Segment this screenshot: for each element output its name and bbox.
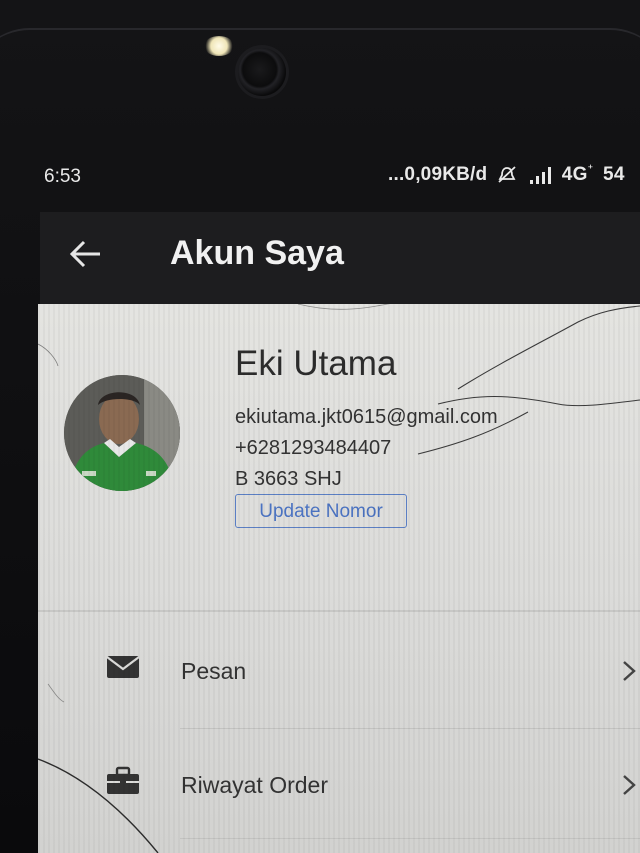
menu-label-riwayat-order: Riwayat Order <box>181 772 328 798</box>
battery-level: 54 <box>603 164 625 185</box>
briefcase-icon <box>106 766 140 796</box>
signal-icon <box>528 166 556 184</box>
menu-divider <box>180 728 640 729</box>
phone-bezel-edge <box>0 28 640 170</box>
section-divider <box>38 610 640 612</box>
arrow-left-icon[interactable] <box>66 234 106 274</box>
menu-label-pesan: Pesan <box>181 658 247 684</box>
menu-divider <box>180 838 640 839</box>
mute-icon <box>497 166 517 184</box>
vehicle-plate: B 3663 SHJ <box>235 468 342 490</box>
status-indicators: ...0,09KB/d 4G⁺ 54 <box>388 163 625 186</box>
profile-name: Eki Utama <box>235 344 397 383</box>
account-sheet: Eki Utama ekiutama.jkt0615@gmail.com +62… <box>38 304 640 853</box>
network-speed: ...0,09KB/d <box>388 164 488 185</box>
status-bar: 6:53 ...0,09KB/d 4G⁺ 54 <box>44 162 640 192</box>
page-title: Akun Saya <box>170 234 344 272</box>
profile-email: ekiutama.jkt0615@gmail.com <box>235 406 498 428</box>
phone-photo: 6:53 ...0,09KB/d 4G⁺ 54 Akun Saya Eki Ut… <box>0 0 640 853</box>
front-camera <box>238 48 286 96</box>
chevron-right-icon <box>620 658 638 684</box>
chevron-right-icon <box>620 772 638 798</box>
menu-item-pesan[interactable]: Pesan <box>38 620 640 720</box>
network-type: 4G <box>561 164 588 185</box>
status-time: 6:53 <box>44 166 81 187</box>
profile-phone: +6281293484407 <box>235 437 392 459</box>
update-number-button[interactable]: Update Nomor <box>235 494 407 528</box>
envelope-icon <box>106 652 140 682</box>
network-type-badge-icon: ⁺ <box>587 163 594 175</box>
camera-flash <box>204 36 234 56</box>
menu-item-riwayat-order[interactable]: Riwayat Order <box>38 734 640 834</box>
app-header: Akun Saya <box>40 212 640 304</box>
avatar[interactable] <box>64 375 180 491</box>
